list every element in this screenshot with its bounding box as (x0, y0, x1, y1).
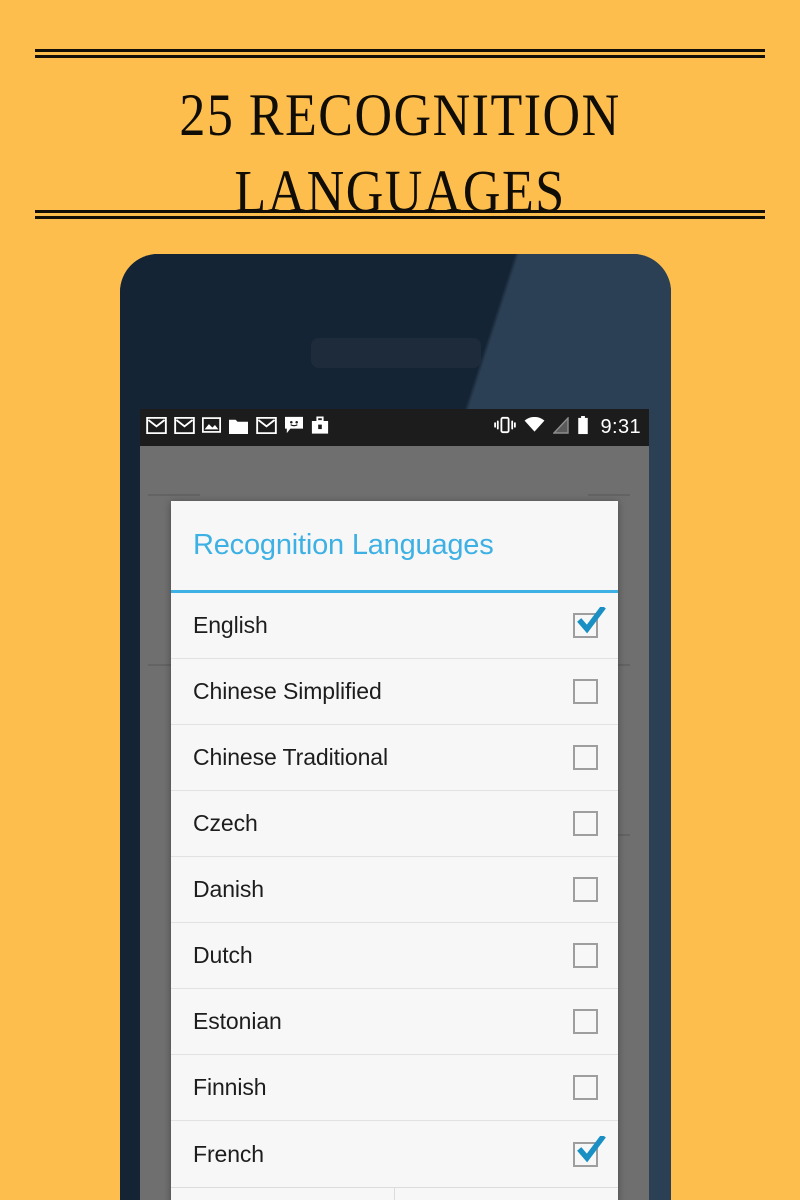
list-item[interactable]: Chinese Simplified (171, 659, 618, 725)
phone-screen: 9:31 Password Manager Recognition Langua… (140, 409, 649, 1200)
page-title-line1: 25 RECOGNITION (179, 82, 621, 149)
status-bar-notifications (146, 416, 329, 440)
check-icon (577, 607, 606, 634)
list-item[interactable]: Estonian (171, 989, 618, 1055)
status-bar: 9:31 (140, 409, 649, 446)
gmail-icon (256, 416, 277, 439)
language-label: Estonian (193, 1008, 282, 1034)
backdrop-line (588, 494, 630, 496)
language-checkbox[interactable] (573, 607, 606, 638)
gmail-icon (174, 416, 195, 439)
gmail-icon (146, 416, 167, 439)
battery-icon (577, 415, 589, 440)
list-item[interactable]: Danish (171, 857, 618, 923)
language-label: French (193, 1140, 264, 1167)
language-label: Finnish (193, 1074, 267, 1100)
language-label: Chinese Simplified (193, 678, 382, 704)
signal-icon (552, 415, 570, 439)
language-label: Danish (193, 876, 264, 902)
page-title: 25 RECOGNITION LANGUAGES (0, 78, 800, 231)
folder-icon (228, 416, 249, 440)
briefcase-icon (311, 416, 329, 440)
photo-icon (202, 417, 221, 438)
list-item[interactable]: Finnish (171, 1055, 618, 1121)
wifi-icon (524, 416, 545, 438)
messenger-icon (284, 416, 304, 439)
vibrate-icon (494, 416, 517, 439)
cancel-button[interactable]: Cancel (171, 1188, 394, 1200)
status-bar-system: 9:31 (494, 415, 641, 440)
language-label: Czech (193, 810, 258, 836)
ok-button[interactable]: OK (394, 1188, 618, 1200)
language-checkbox[interactable] (573, 877, 598, 902)
list-item[interactable]: Chinese Traditional (171, 725, 618, 791)
page-title-line2: LANGUAGES (234, 159, 566, 226)
recognition-languages-dialog: Recognition Languages English Chinese Si… (171, 501, 618, 1200)
dialog-title: Recognition Languages (171, 501, 618, 593)
list-item[interactable]: French (171, 1121, 618, 1187)
language-checkbox[interactable] (573, 811, 598, 836)
language-label: English (193, 612, 268, 638)
language-list[interactable]: English Chinese Simplified Chinese Tradi… (171, 593, 618, 1187)
header-banner: 25 RECOGNITION LANGUAGES (0, 0, 800, 232)
list-item[interactable]: Dutch (171, 923, 618, 989)
language-label: Chinese Traditional (193, 744, 388, 770)
banner-rule-top (35, 49, 765, 58)
list-item[interactable]: Czech (171, 791, 618, 857)
dialog-actions: Cancel OK (171, 1187, 618, 1200)
language-checkbox[interactable] (573, 1009, 598, 1034)
check-icon (577, 1135, 606, 1162)
language-checkbox[interactable] (573, 943, 598, 968)
banner-rule-bottom (35, 210, 765, 219)
language-checkbox[interactable] (573, 1135, 606, 1167)
phone-brand-plate (311, 338, 481, 368)
language-checkbox[interactable] (573, 679, 598, 704)
list-item[interactable]: English (171, 593, 618, 659)
backdrop-line (148, 494, 200, 496)
language-label: Dutch (193, 942, 253, 968)
language-checkbox[interactable] (573, 1075, 598, 1100)
language-checkbox[interactable] (573, 745, 598, 770)
status-bar-clock: 9:31 (600, 416, 641, 438)
phone-mockup: 9:31 Password Manager Recognition Langua… (120, 254, 671, 1200)
